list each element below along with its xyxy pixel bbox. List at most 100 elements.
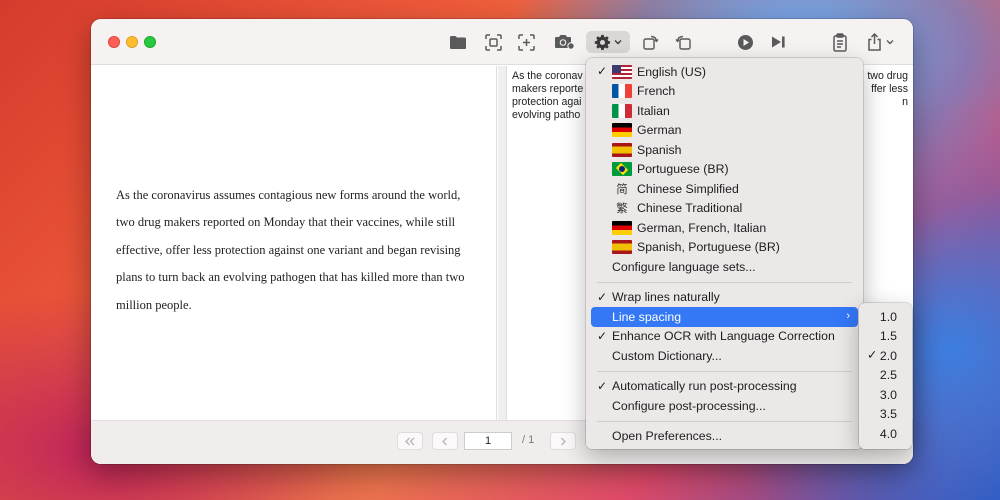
language-label: German, French, Italian <box>637 220 767 235</box>
source-document-pane[interactable]: As the coronavirus assumes contagious ne… <box>91 66 497 420</box>
configure-post-processing-item[interactable]: Configure post-processing... <box>591 396 858 416</box>
language-label: German <box>637 123 682 138</box>
ocr-line: makers reporte <box>512 83 584 95</box>
folder-icon[interactable] <box>447 31 469 53</box>
camera-icon[interactable] <box>551 31 577 53</box>
ocr-line: n <box>902 96 908 108</box>
language-item[interactable]: ✓ English (US) <box>591 62 858 82</box>
line-spacing-option[interactable]: 4.0 <box>859 424 912 444</box>
pane-divider[interactable] <box>498 66 507 420</box>
line-spacing-label: 1.0 <box>879 309 897 324</box>
skip-forward-icon[interactable] <box>767 31 789 53</box>
checkmark-icon: ✓ <box>597 289 608 304</box>
rotate-right-icon[interactable] <box>672 31 694 53</box>
language-label: Italian <box>637 103 670 118</box>
menu-separator <box>597 420 852 422</box>
line-spacing-option[interactable]: 3.0 <box>859 385 912 405</box>
clipboard-icon[interactable] <box>829 31 851 53</box>
ocr-line: As the coronav <box>512 70 583 82</box>
rotate-left-icon[interactable] <box>639 31 661 53</box>
flag-us-icon <box>612 64 632 79</box>
document-text: As the coronavirus assumes contagious ne… <box>116 188 465 312</box>
line-spacing-label: 3.5 <box>879 407 897 422</box>
flag-es-icon <box>612 142 632 157</box>
enhance-ocr-item[interactable]: ✓ Enhance OCR with Language Correction <box>591 327 858 347</box>
menu-separator <box>597 281 852 283</box>
maximize-window-button[interactable] <box>144 36 156 48</box>
flag-it-icon <box>612 103 632 118</box>
language-label: French <box>637 84 676 99</box>
capture-area-icon[interactable] <box>482 31 504 53</box>
line-spacing-submenu: 1.0 1.5 ✓ 2.0 2.5 3.0 3.5 4.0 <box>859 303 912 449</box>
flag-fr-icon <box>612 84 632 99</box>
configure-language-sets-item[interactable]: Configure language sets... <box>591 257 858 277</box>
wrap-lines-item[interactable]: ✓ Wrap lines naturally <box>591 288 858 308</box>
double-chevron-left-icon <box>405 437 415 445</box>
menu-separator <box>597 370 852 372</box>
line-spacing-item[interactable]: Line spacing › <box>591 307 858 327</box>
capture-selection-icon[interactable] <box>515 31 537 53</box>
minimize-window-button[interactable] <box>126 36 138 48</box>
line-spacing-label: 2.0 <box>879 348 897 363</box>
language-label: Portuguese (BR) <box>637 162 729 177</box>
checkmark-icon: ✓ <box>597 64 608 78</box>
language-label: Chinese Simplified <box>637 181 739 196</box>
chevron-down-icon <box>614 39 622 45</box>
language-item[interactable]: Italian <box>591 101 858 121</box>
line-spacing-label: 3.0 <box>879 387 897 402</box>
language-item[interactable]: Portuguese (BR) <box>591 160 858 180</box>
close-window-button[interactable] <box>108 36 120 48</box>
gear-icon <box>594 34 611 51</box>
previous-page-button[interactable] <box>432 432 458 450</box>
chevron-right-icon: › <box>846 310 850 322</box>
language-label: Spanish <box>637 142 682 157</box>
language-item[interactable]: 简 Chinese Simplified <box>591 179 858 199</box>
gear-menu-button[interactable] <box>586 31 630 53</box>
line-spacing-label: 2.5 <box>879 368 897 383</box>
auto-post-processing-item[interactable]: ✓ Automatically run post-processing <box>591 377 858 397</box>
page-total: / 1 <box>522 434 535 446</box>
ocr-settings-menu: ✓ English (US) French Italian German Spanish P… <box>586 58 863 449</box>
line-spacing-option[interactable]: 1.0 <box>859 307 912 327</box>
language-item[interactable]: Spanish, Portuguese (BR) <box>591 238 858 258</box>
custom-dictionary-item[interactable]: Custom Dictionary... <box>591 346 858 366</box>
ocr-line: two drug <box>867 70 908 82</box>
line-spacing-option[interactable]: ✓ 2.0 <box>859 346 912 366</box>
line-spacing-label: 4.0 <box>879 426 897 441</box>
chevron-down-icon <box>886 39 894 45</box>
language-label: Chinese Traditional <box>637 201 743 216</box>
checkmark-icon: ✓ <box>597 378 608 393</box>
language-list: ✓ English (US) French Italian German Spanish P… <box>591 62 858 257</box>
language-item[interactable]: Spanish <box>591 140 858 160</box>
first-page-button[interactable] <box>397 432 423 450</box>
ocr-line: ffer less <box>871 83 908 95</box>
checkmark-icon: ✓ <box>867 348 878 362</box>
language-item[interactable]: 繁 Chinese Traditional <box>591 199 858 219</box>
language-item[interactable]: French <box>591 82 858 102</box>
chevron-left-icon <box>442 437 447 445</box>
language-label: English (US) <box>637 64 707 79</box>
next-page-button[interactable] <box>550 432 576 450</box>
line-spacing-option[interactable]: 3.5 <box>859 405 912 425</box>
play-icon[interactable] <box>734 31 756 53</box>
language-item[interactable]: German <box>591 121 858 141</box>
line-spacing-option[interactable]: 1.5 <box>859 327 912 347</box>
chinese-script-icon: 繁 <box>616 203 628 216</box>
chinese-script-icon: 简 <box>616 183 628 196</box>
flag-de-icon <box>612 123 632 138</box>
flag-es-icon <box>612 240 632 255</box>
chevron-right-icon <box>561 437 566 445</box>
share-icon <box>867 33 882 51</box>
line-spacing-label: 1.5 <box>879 329 897 344</box>
line-spacing-option[interactable]: 2.5 <box>859 366 912 386</box>
language-label: Spanish, Portuguese (BR) <box>637 240 780 255</box>
flag-de-icon <box>612 220 632 235</box>
flag-br-icon <box>612 162 632 177</box>
language-item[interactable]: German, French, Italian <box>591 218 858 238</box>
ocr-line: evolving patho <box>512 109 581 121</box>
checkmark-icon: ✓ <box>597 328 608 343</box>
open-preferences-item[interactable]: Open Preferences... <box>591 427 858 447</box>
ocr-line: protection agai <box>512 96 582 108</box>
share-menu-button[interactable] <box>864 31 896 53</box>
page-number-input[interactable]: 1 <box>464 432 512 450</box>
